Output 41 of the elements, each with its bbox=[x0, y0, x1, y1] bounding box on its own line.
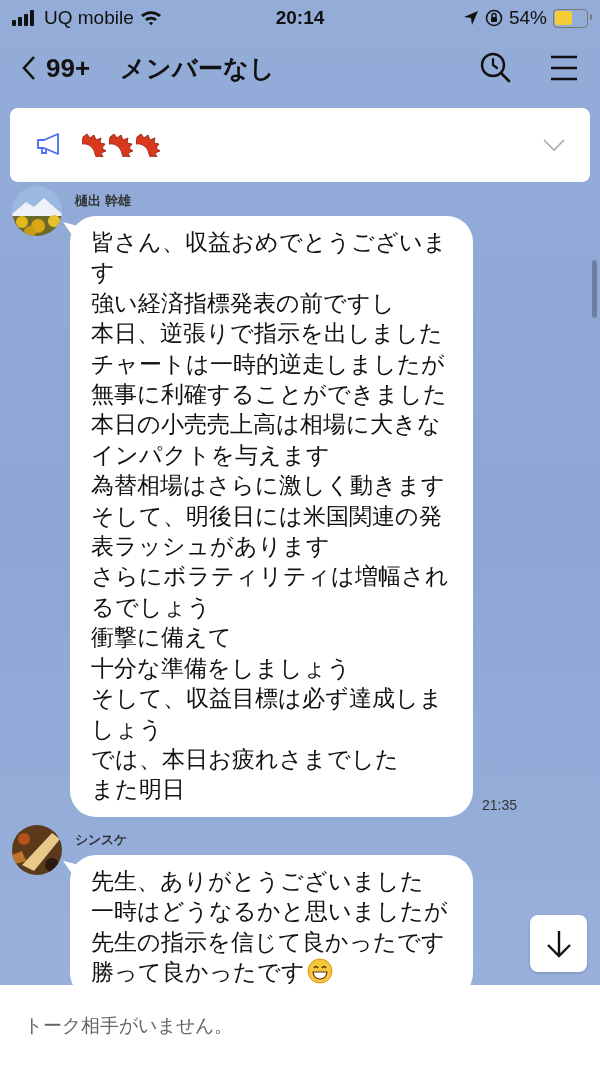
menu-icon[interactable] bbox=[550, 55, 578, 81]
message-line: 衝撃に備えて bbox=[91, 623, 233, 653]
back-button[interactable]: 99+ bbox=[22, 52, 91, 84]
message-line: 皆さん、収益おめでとうございます bbox=[91, 228, 448, 288]
message-line: 一時はどうなるかと思いましたが bbox=[91, 897, 449, 927]
scrollbar-icon bbox=[592, 260, 597, 318]
message-line: 本日の小売売上高は相場に大きなインパクトを与えます bbox=[91, 410, 442, 470]
message-line: 先生の指示を信じて良かったです bbox=[91, 927, 446, 957]
message-line: 強い経済指標発表の前ですし bbox=[91, 288, 396, 318]
burst-icon bbox=[136, 133, 162, 157]
message-line: 本日、逆張りで指示を出しました bbox=[91, 319, 444, 349]
burst-icon bbox=[82, 133, 108, 157]
message-line: 勝って良かったです bbox=[91, 956, 461, 988]
notice-text: トーク相手がいません。 bbox=[24, 1014, 233, 1038]
megaphone-icon bbox=[36, 133, 62, 157]
rotation-lock-icon bbox=[484, 9, 503, 27]
scroll-down-button[interactable] bbox=[530, 915, 587, 972]
wifi-icon bbox=[139, 10, 162, 26]
message-line: また明日 bbox=[91, 775, 186, 805]
message-line: 先生、ありがとうございました bbox=[91, 866, 425, 896]
message-line: そして、明後日には米国関連の発表ラッシュがあります bbox=[91, 501, 443, 562]
message-time: 21:35 bbox=[482, 796, 518, 813]
status-time: 20:14 bbox=[275, 7, 325, 29]
message-line: 十分な準備をしましょう bbox=[91, 653, 352, 683]
sender-name: 樋出 幹雄 bbox=[75, 192, 132, 210]
message-line: さらにボラティリティは増幅されるでしょう bbox=[91, 562, 450, 622]
sender-name: シンスケ bbox=[75, 830, 128, 849]
battery-percent: 54% bbox=[508, 7, 547, 29]
message-line: 無事に利確することができました bbox=[91, 380, 448, 410]
announcement-banner[interactable] bbox=[10, 108, 590, 182]
search-history-icon[interactable] bbox=[480, 52, 512, 84]
chat-title: メンバーなし bbox=[120, 52, 277, 84]
message-line: そして、収益目標は必ず達成しましょう bbox=[91, 684, 444, 744]
location-arrow-icon bbox=[462, 10, 479, 26]
burst-icon bbox=[109, 133, 135, 157]
message-line: 為替相場はさらに激しく動きます bbox=[91, 471, 446, 501]
carrier-name: UQ mobile bbox=[44, 7, 134, 29]
message-line: では、本日お疲れさまでした bbox=[91, 744, 400, 774]
arrow-down-icon bbox=[545, 929, 572, 958]
message-line: チャートは一時的逆走しましたが bbox=[91, 349, 446, 379]
chevron-left-icon bbox=[22, 55, 36, 81]
